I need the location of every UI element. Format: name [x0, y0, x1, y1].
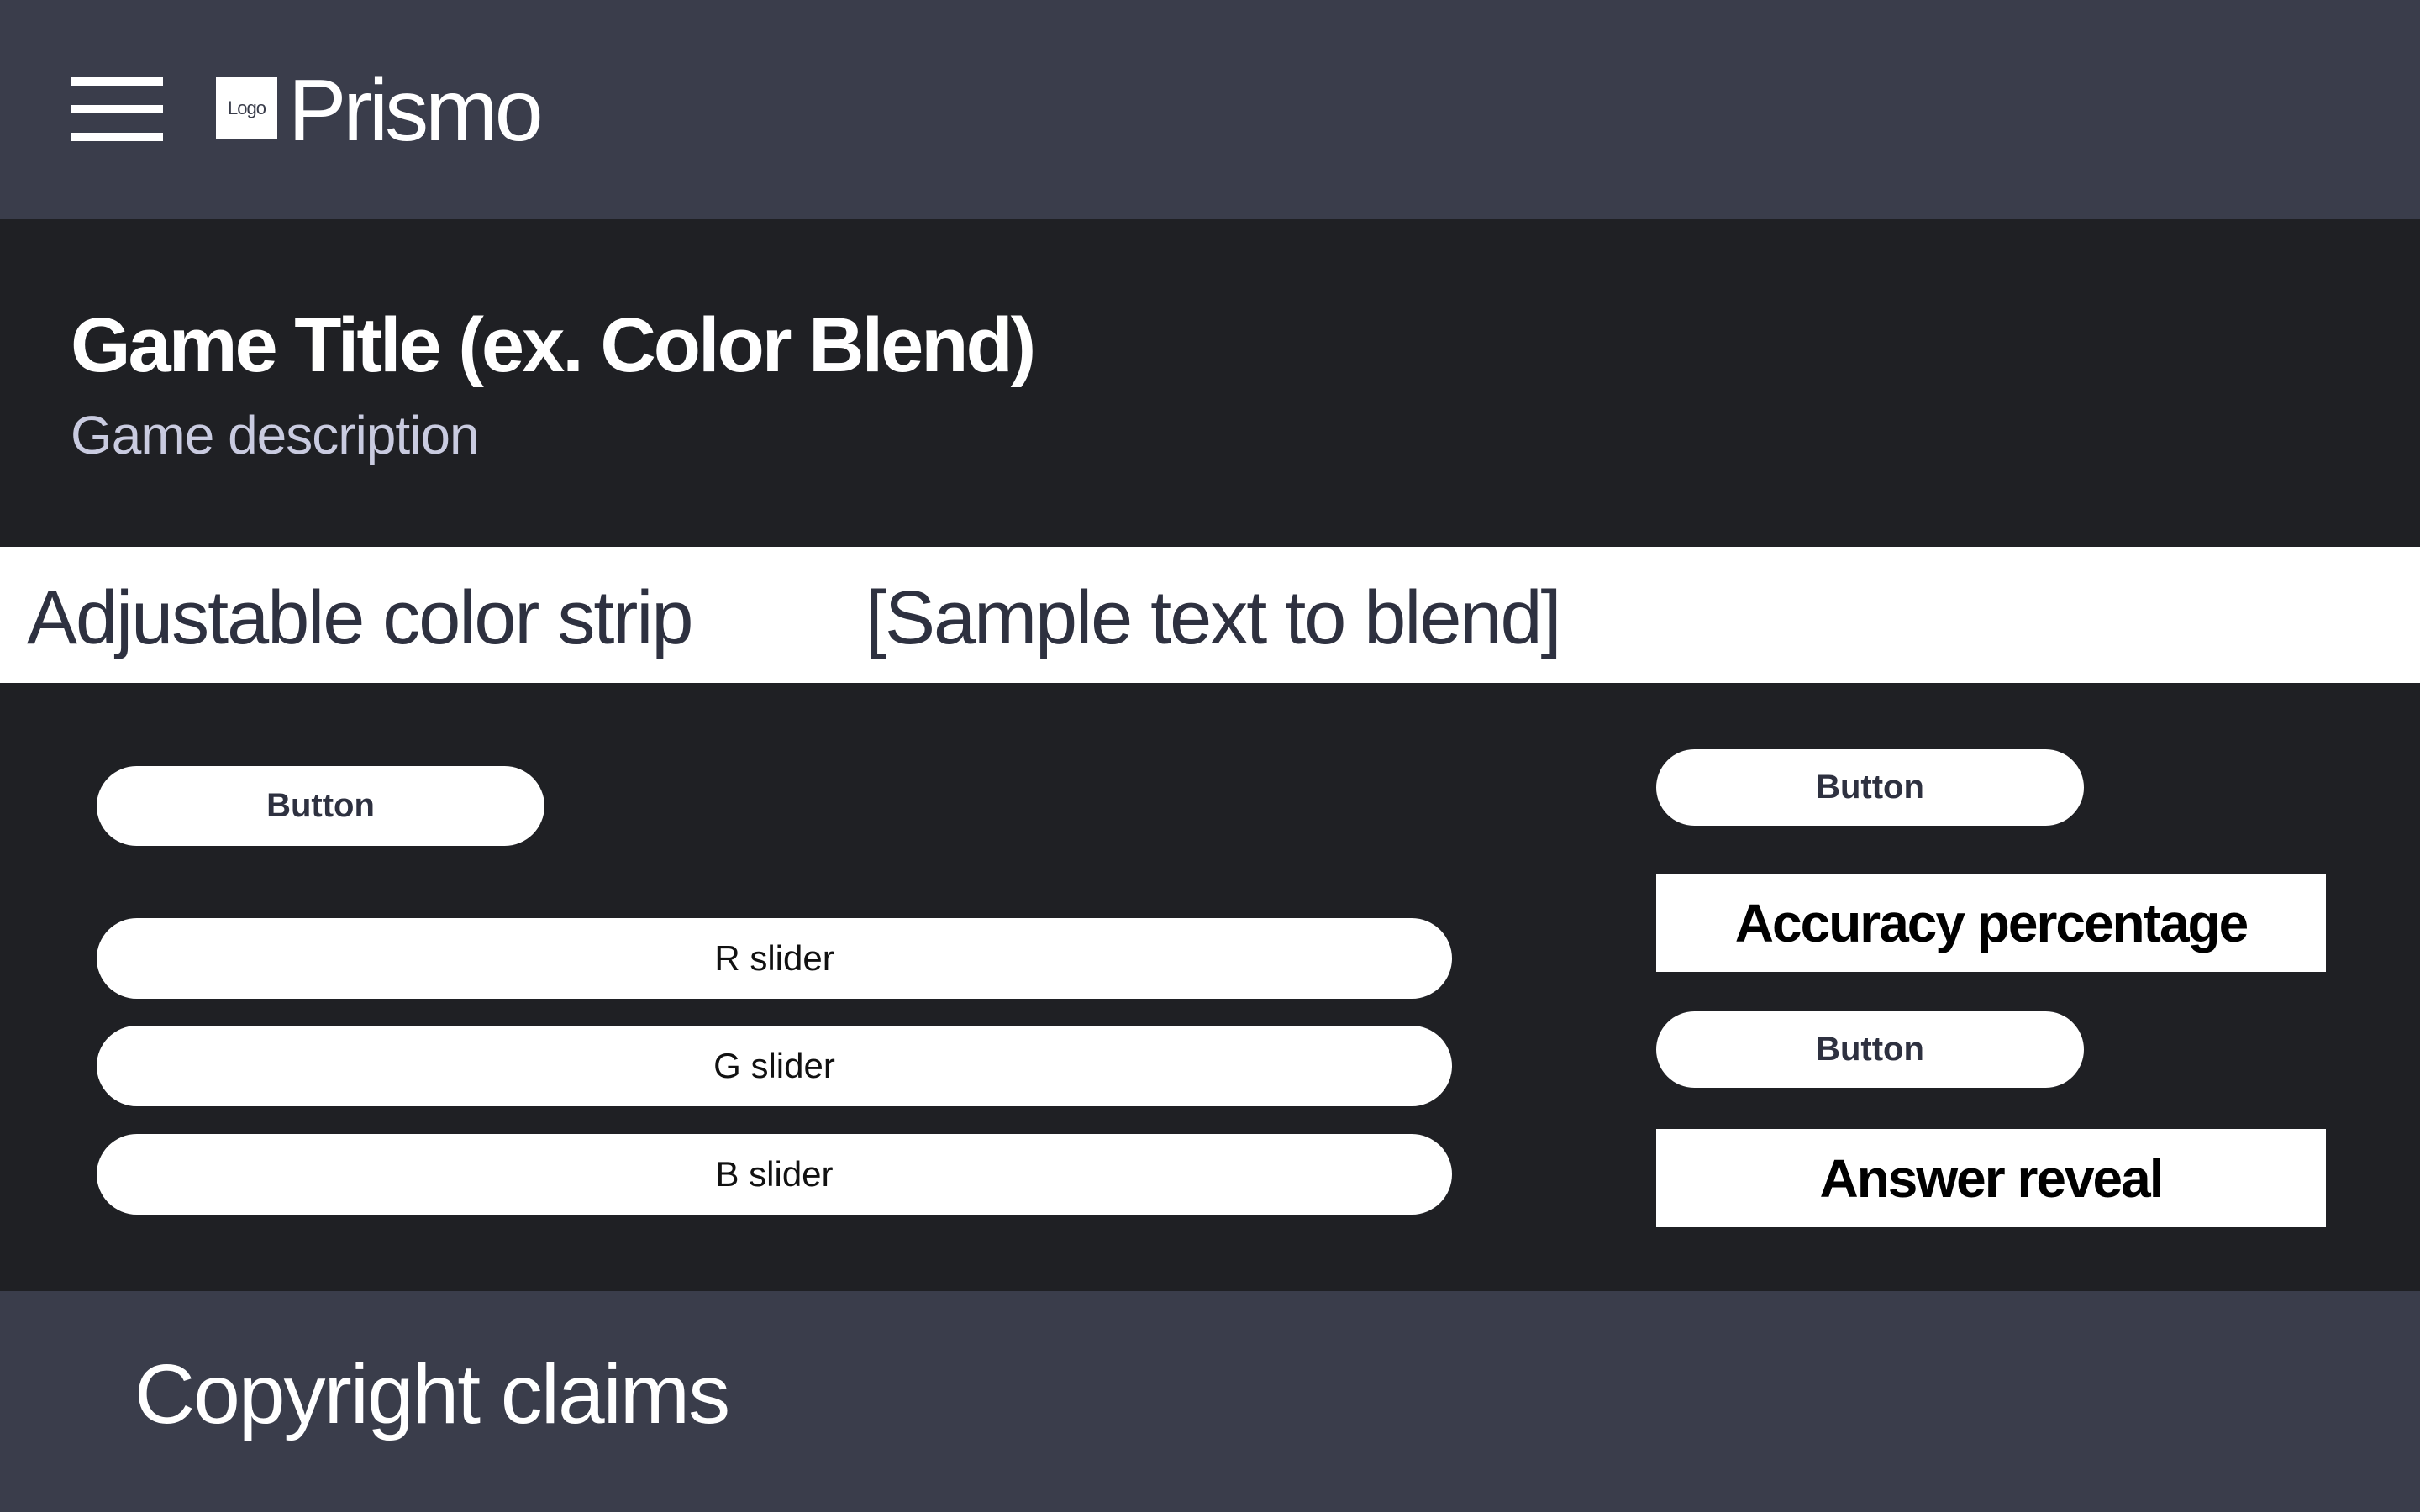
answer-reveal-display: Answer reveal	[1656, 1129, 2326, 1227]
color-strip-label: Adjustable color strip	[27, 576, 693, 660]
left-action-button[interactable]: Button	[97, 766, 544, 846]
menu-line	[71, 77, 163, 86]
copyright-text: Copyright claims	[134, 1347, 730, 1441]
game-title: Game Title (ex. Color Blend)	[71, 302, 1036, 388]
submit-button[interactable]: Button	[1656, 749, 2084, 826]
b-slider[interactable]: B slider	[97, 1134, 1452, 1215]
r-slider[interactable]: R slider	[97, 918, 1452, 999]
hamburger-menu-icon[interactable]	[71, 77, 163, 141]
g-slider[interactable]: G slider	[97, 1026, 1452, 1106]
sample-text: [Sample text to blend]	[865, 576, 1562, 660]
game-description: Game description	[71, 405, 480, 465]
accuracy-percentage-display: Accuracy percentage	[1656, 874, 2326, 972]
logo[interactable]: Logo	[216, 77, 277, 139]
color-strip: Adjustable color strip [Sample text to b…	[0, 547, 2420, 683]
brand-name[interactable]: Prismo	[288, 62, 544, 160]
game-hero: Game Title (ex. Color Blend) Game descri…	[0, 219, 2420, 547]
game-controls: Button R slider G slider B slider Button…	[0, 683, 2420, 1291]
reveal-button[interactable]: Button	[1656, 1011, 2084, 1088]
menu-line	[71, 133, 163, 141]
footer: Copyright claims	[0, 1291, 2420, 1512]
header-bar: Logo Prismo	[0, 0, 2420, 219]
menu-line	[71, 105, 163, 113]
